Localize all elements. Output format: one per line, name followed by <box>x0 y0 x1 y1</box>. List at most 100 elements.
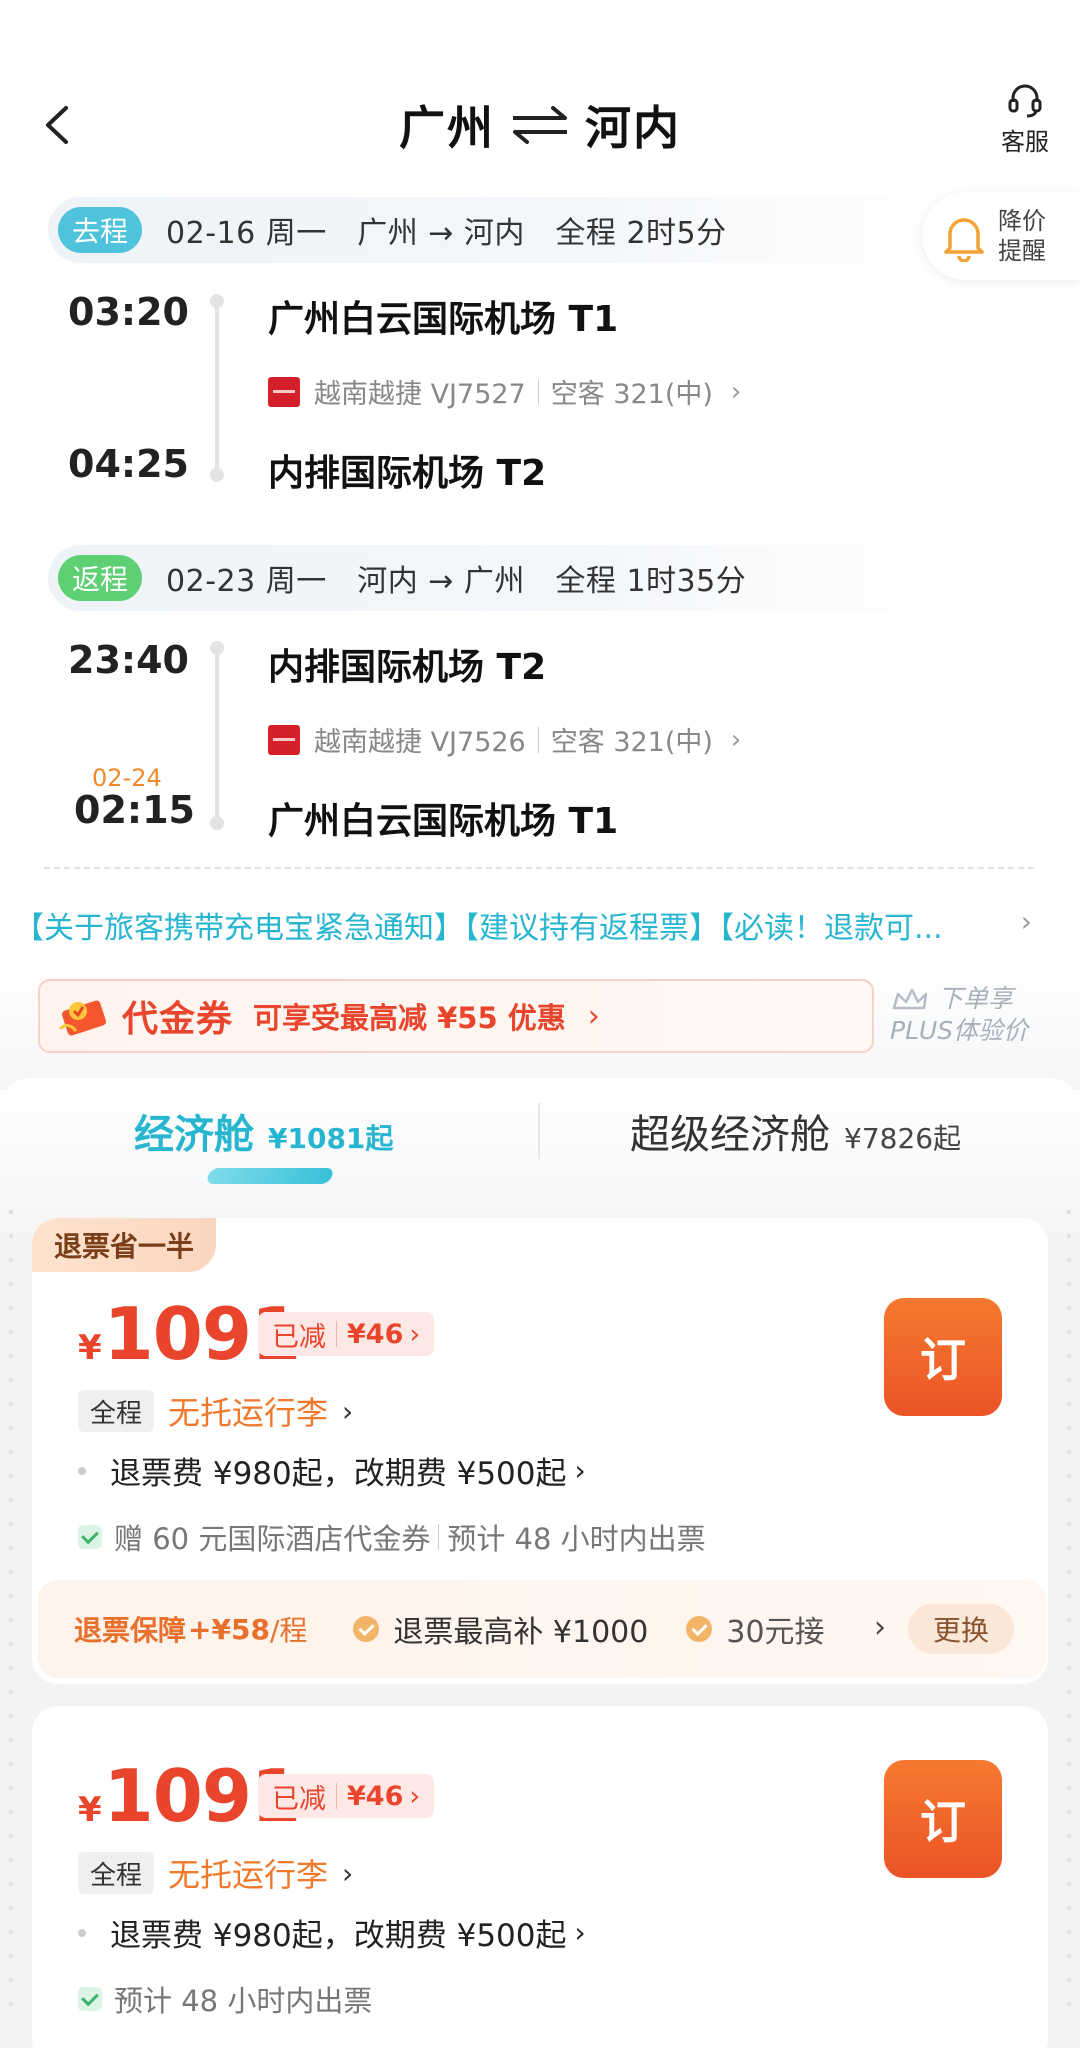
refund-text: 退票费 ¥980起，改期费 ¥500起 <box>110 1456 567 1492</box>
decoration <box>1066 1200 1072 2020</box>
refund-policy[interactable]: 退票费 ¥980起，改期费 ¥500起 › <box>78 1448 586 1493</box>
perks: 预计 48 小时内出票 <box>78 1978 372 2020</box>
outbound-arrival-airport: 内排国际机场 T2 <box>268 453 547 494</box>
voucher-title: 代金券 <box>122 999 234 1040</box>
chevron-right-icon: › <box>342 1394 354 1428</box>
airline-logo <box>268 376 300 407</box>
price-alert-button[interactable]: 降价提醒 <box>922 192 1080 280</box>
outbound-summary-bar: 去程 02-16 周一 广州 → 河内 全程 2时5分 <box>48 197 968 263</box>
book-button[interactable]: 订 <box>884 1760 1002 1878</box>
cabin-name: 经济舱 <box>134 1112 254 1158</box>
baggage-scope-tag: 全程 <box>78 1852 155 1894</box>
plus-hint-line2: PLUS体验价 <box>890 1016 1029 1045</box>
outbound-arrival-time: 04:25 <box>68 442 189 486</box>
to-city: 河内 <box>585 101 681 155</box>
airline-logo <box>268 724 300 755</box>
perk-item: 赠 60 元国际酒店代金券 <box>114 1522 431 1556</box>
check-circle-icon <box>353 1616 380 1642</box>
return-arrival-time: 02:15 <box>74 788 195 832</box>
refund-text: 退票费 ¥980起，改期费 ¥500起 <box>110 1918 567 1954</box>
return-summary-bar: 返程 02-23 周一 河内 → 广州 全程 1时35分 <box>48 545 968 611</box>
tab-economy[interactable]: 经济舱 ¥1081起 <box>134 1102 393 1160</box>
decoration <box>8 1200 14 2020</box>
chevron-right-icon[interactable]: › <box>866 1610 886 1645</box>
plus-hint-line1: 下单享 <box>937 984 1013 1013</box>
fare-card: ¥ 1091 已减 ¥46 › 订 全程 无托运行李 › 退票费 ¥980起，改… <box>32 1706 1048 2048</box>
cabin-price: ¥1081起 <box>268 1122 394 1155</box>
perk-item: 预计 48 小时内出票 <box>114 1984 373 2018</box>
active-tab-indicator <box>205 1168 335 1184</box>
plus-price-hint[interactable]: 下单享 PLUS体验价 <box>890 983 1028 1047</box>
voucher-description: 可享受最高减 ¥55 优惠 <box>253 1001 566 1035</box>
chevron-right-icon: › <box>342 1856 354 1890</box>
customer-service-label: 客服 <box>1001 128 1049 156</box>
plus-crown-icon <box>892 988 928 1010</box>
outbound-info: 02-16 周一 广州 → 河内 全程 2时5分 <box>166 216 727 251</box>
notice-banner[interactable]: 【关于旅客携带充电宝紧急通知】【建议持有返程票】【必读！退款可... <box>14 903 943 947</box>
outbound-departure-airport: 广州白云国际机场 T1 <box>268 299 619 340</box>
return-flight-detail[interactable]: 越南越捷 VJ7526 空客 321(中) › <box>268 720 741 759</box>
baggage-scope-tag: 全程 <box>78 1390 155 1432</box>
book-button[interactable]: 订 <box>884 1298 1002 1416</box>
chevron-right-icon: › <box>574 1454 586 1487</box>
refund-insurance-bar[interactable]: 退票保障 +¥58 /程 退票最高补 ¥1000 30元接 › 更换 <box>38 1580 1046 1678</box>
headset-icon <box>1008 84 1042 118</box>
outbound-aircraft: 空客 321(中) <box>550 379 713 410</box>
insurance-price: +¥58 <box>188 1612 270 1646</box>
check-icon <box>78 1987 102 2011</box>
baggage-info[interactable]: 全程 无托运行李 › <box>78 1850 353 1896</box>
chevron-right-icon: › <box>730 724 742 755</box>
outbound-flight-detail[interactable]: 越南越捷 VJ7527 空客 321(中) › <box>268 372 741 411</box>
header: 广州 河内 客服 <box>0 0 1080 190</box>
check-circle-icon <box>686 1616 713 1642</box>
chevron-right-icon[interactable]: › <box>1021 905 1032 938</box>
baggage-text: 无托运行李 <box>168 1856 329 1894</box>
return-departure-time: 23:40 <box>68 638 189 682</box>
from-city: 广州 <box>399 101 495 155</box>
timeline-line <box>215 304 219 472</box>
discount-tag[interactable]: 已减 ¥46 › <box>258 1774 435 1818</box>
timeline-dot <box>210 816 224 830</box>
tab-divider <box>538 1103 540 1159</box>
return-info: 02-23 周一 河内 → 广州 全程 1时35分 <box>166 564 747 599</box>
return-flight-number: 越南越捷 VJ7526 <box>314 727 526 758</box>
perk-item: 预计 48 小时内出票 <box>447 1522 706 1556</box>
discount-tag[interactable]: 已减 ¥46 › <box>258 1312 435 1356</box>
cabin-name: 超级经济舱 <box>630 1112 830 1158</box>
insurance-benefit: 退票最高补 ¥1000 <box>393 1615 649 1650</box>
voucher-banner[interactable]: 代金券 可享受最高减 ¥55 优惠 › <box>38 979 874 1053</box>
chevron-right-icon: › <box>587 998 600 1034</box>
perks: 赠 60 元国际酒店代金券 预计 48 小时内出票 <box>78 1516 706 1558</box>
refund-policy[interactable]: 退票费 ¥980起，改期费 ¥500起 › <box>78 1910 586 1955</box>
baggage-text: 无托运行李 <box>168 1394 329 1432</box>
return-tag: 返程 <box>58 555 143 601</box>
price-alert-label: 降价提醒 <box>998 207 1046 265</box>
timeline-line <box>215 651 219 823</box>
coupon-icon <box>58 1000 106 1036</box>
baggage-info[interactable]: 全程 无托运行李 › <box>78 1388 353 1434</box>
route-title[interactable]: 广州 河内 <box>0 92 1080 158</box>
return-aircraft: 空客 321(中) <box>550 727 713 758</box>
fare-badge: 退票省一半 <box>32 1218 217 1272</box>
change-insurance-button[interactable]: 更换 <box>908 1604 1014 1654</box>
customer-service-button[interactable]: 客服 <box>990 80 1060 157</box>
outbound-tag: 去程 <box>58 207 143 253</box>
bell-icon <box>944 218 984 262</box>
outbound-flight-number: 越南越捷 VJ7527 <box>314 379 526 410</box>
tab-premium-economy[interactable]: 超级经济舱 ¥7826起 <box>630 1102 961 1160</box>
divider <box>44 867 1034 869</box>
chevron-right-icon: › <box>409 1780 421 1812</box>
currency-symbol: ¥ <box>78 1790 102 1830</box>
timeline-dot <box>210 468 224 482</box>
swap-direction-icon[interactable] <box>509 105 571 145</box>
return-arrival-airport: 广州白云国际机场 T1 <box>268 801 619 842</box>
currency-symbol: ¥ <box>78 1328 102 1368</box>
insurance-unit: /程 <box>269 1614 308 1647</box>
check-icon <box>78 1525 102 1549</box>
chevron-right-icon: › <box>409 1318 421 1350</box>
insurance-title: 退票保障 <box>74 1614 187 1647</box>
fare-card: 退票省一半 ¥ 1091 已减 ¥46 › 订 全程 无托运行李 › 退票费 ¥… <box>32 1218 1048 1684</box>
chevron-right-icon: › <box>574 1916 586 1949</box>
insurance-benefit: 30元接 <box>726 1615 825 1650</box>
return-departure-airport: 内排国际机场 T2 <box>268 647 547 688</box>
